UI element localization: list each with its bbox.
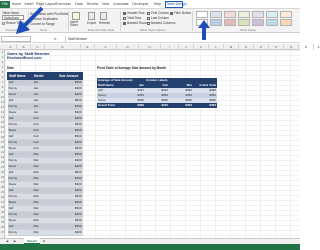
- table-style-swatch[interactable]: [252, 19, 264, 26]
- source-table[interactable]: Staff Name Month Sale Amount Jeff Jan $350 Pe…: [7, 72, 83, 236]
- column-header[interactable]: R: [299, 44, 314, 50]
- pivot-total-cell[interactable]: Grand Total: [97, 103, 121, 108]
- ribbon-tab-automate[interactable]: Automate: [112, 1, 130, 8]
- table-cell[interactable]: Penny: [7, 229, 33, 236]
- banded-columns-option[interactable]: Banded Columns: [147, 21, 175, 25]
- date-label: Date: [7, 66, 14, 70]
- filter-button-option[interactable]: Filter Button: [170, 11, 191, 15]
- table-style-swatch[interactable]: [266, 11, 278, 18]
- banded-rows-label: Banded Rows: [127, 21, 147, 25]
- annotation-arrow-table-design: [198, 20, 210, 40]
- checkbox-checked-icon: [123, 21, 126, 25]
- table-style-swatch[interactable]: [280, 19, 292, 26]
- checkbox-checked-icon: [170, 11, 173, 15]
- checkbox-unchecked-icon: [147, 21, 150, 25]
- source-header-cell[interactable]: Month: [32, 72, 58, 80]
- checkbox-unchecked-icon: [147, 11, 150, 15]
- pivot-total-cell[interactable]: $363: [193, 103, 217, 108]
- pivot-table[interactable]: Average of Sale Amount Column Labels Sta…: [97, 78, 217, 108]
- name-box[interactable]: [1, 36, 31, 42]
- fx-icon[interactable]: fx: [54, 36, 56, 42]
- pivot-title: Pivot Table of Average Sale Amount by Mo…: [97, 66, 167, 70]
- pivot-total-cell[interactable]: $353: [169, 103, 193, 108]
- table-style-swatch[interactable]: [280, 11, 292, 18]
- group-label-table-styles: Table Styles: [240, 28, 257, 32]
- last-column-option[interactable]: Last Column: [147, 16, 169, 20]
- total-row-label: Total Row: [127, 16, 141, 20]
- formula-input[interactable]: Staff Member: [65, 36, 299, 42]
- table-style-swatch[interactable]: [266, 19, 278, 26]
- annotation-arrow-name-box: [14, 6, 44, 36]
- export-label: Export: [87, 21, 97, 25]
- checkbox-unchecked-icon: [147, 16, 150, 20]
- first-column-option[interactable]: First Column: [147, 11, 169, 15]
- table-row[interactable]: Penny Mar $300: [7, 229, 83, 236]
- last-column-label: Last Column: [151, 16, 169, 20]
- table-style-swatch[interactable]: [238, 11, 250, 18]
- ribbon-separator: [68, 11, 69, 31]
- export-icon[interactable]: [88, 12, 95, 20]
- table-style-swatch[interactable]: [210, 19, 222, 26]
- site-label: ExcelatedExcel.com: [7, 56, 42, 60]
- table-style-swatch[interactable]: [224, 11, 236, 18]
- ribbon-separator: [120, 11, 121, 31]
- column-header[interactable]: S: [314, 44, 320, 50]
- ribbon-tab-developer[interactable]: Developer: [131, 1, 150, 8]
- header-row-label: Header Row: [127, 11, 145, 15]
- ribbon-tab-formulas[interactable]: Formulas: [55, 1, 72, 8]
- source-header-cell[interactable]: Sale Amount: [57, 72, 83, 80]
- group-label-style-options: Table Style Options: [140, 28, 166, 32]
- ribbon-tab-data[interactable]: Data: [73, 1, 85, 8]
- ribbon-tab-file[interactable]: File: [0, 1, 10, 8]
- table-style-swatch[interactable]: [238, 19, 250, 26]
- table-cell[interactable]: $300: [57, 229, 83, 236]
- table-style-swatch[interactable]: [252, 11, 264, 18]
- pivot-total-cell[interactable]: $389: [121, 103, 145, 108]
- ribbon-separator: [192, 11, 193, 31]
- total-row-option[interactable]: Total Row: [123, 16, 141, 20]
- refresh-icon[interactable]: [100, 12, 107, 20]
- table-style-swatch[interactable]: [196, 11, 208, 18]
- first-column-label: First Column: [151, 11, 170, 15]
- status-bar: [0, 244, 300, 250]
- source-header-cell[interactable]: Staff Name: [7, 72, 33, 80]
- ribbon-tab-help[interactable]: Help: [151, 1, 164, 8]
- filter-button-label: Filter Button: [174, 11, 192, 15]
- refresh-label: Refresh: [99, 21, 111, 25]
- ribbon-tab-table-design[interactable]: Table Design: [165, 1, 187, 8]
- insert-slicer-label: Insert Slicer: [70, 20, 78, 27]
- banded-columns-label: Banded Columns: [151, 21, 176, 25]
- table-cell[interactable]: Mar: [32, 229, 58, 236]
- table-style-swatch[interactable]: [210, 11, 222, 18]
- table-style-swatch[interactable]: [224, 19, 236, 26]
- banded-rows-option[interactable]: Banded Rows: [123, 21, 147, 25]
- pivot-total-cell[interactable]: $340: [145, 103, 169, 108]
- header-row-option[interactable]: Header Row: [123, 11, 145, 15]
- insert-slicer-icon[interactable]: [72, 12, 80, 20]
- checkbox-unchecked-icon: [123, 16, 126, 20]
- checkbox-checked-icon: [123, 11, 126, 15]
- group-label-external-data: External Table Data: [88, 28, 115, 32]
- ribbon-tab-view[interactable]: View: [100, 1, 111, 8]
- ribbon-tab-review[interactable]: Review: [86, 1, 99, 8]
